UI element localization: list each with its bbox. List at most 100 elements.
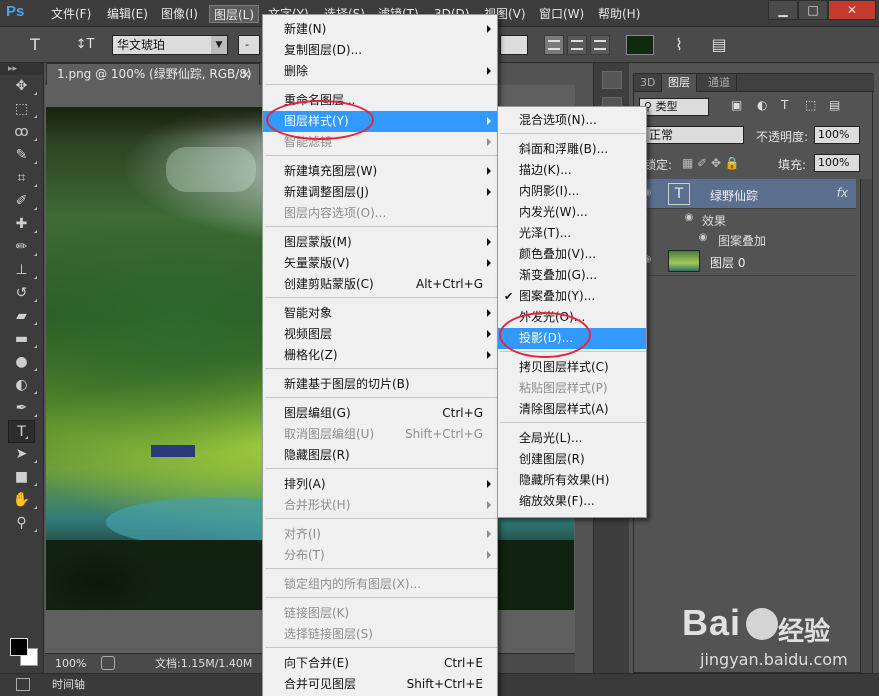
foreground-color-swatch[interactable] [10, 638, 28, 656]
layer-row-text[interactable]: ◉ T 绿野仙踪 fx [634, 179, 856, 209]
crop-tool[interactable]: ⌗ [0, 167, 43, 190]
layer-menu-item-1[interactable]: 复制图层(D)... [263, 40, 497, 61]
history-brush-tool[interactable]: ↺ [0, 282, 43, 305]
font-style-select[interactable]: - [238, 35, 260, 55]
stamp-tool[interactable]: ⊥ [0, 259, 43, 282]
toolbox-grip[interactable]: ▸▸ [0, 63, 43, 75]
dodge-tool[interactable]: ◐ [0, 374, 43, 397]
layer-menu-item-14[interactable]: 创建剪贴蒙版(C) Alt+Ctrl+G [263, 274, 497, 295]
timeline-label[interactable]: 时间轴 [52, 674, 85, 696]
menu-image[interactable]: 图像(I) [157, 5, 202, 23]
text-color-swatch[interactable] [626, 35, 654, 55]
font-family-select[interactable]: 华文琥珀 ▼ [112, 35, 228, 55]
layer-name[interactable]: 图层 0 [710, 254, 745, 271]
align-center-button[interactable] [567, 35, 587, 55]
layer-menu-item-20[interactable]: 新建基于图层的切片(B) [263, 374, 497, 395]
blur-tool[interactable]: ● [0, 351, 43, 374]
layer-menu-item-37[interactable]: 向下合并(E) Ctrl+E [263, 653, 497, 674]
lasso-tool[interactable]: ꝏ [0, 121, 43, 144]
layer-menu-item-32[interactable]: 锁定组内的所有图层(X)... [263, 574, 497, 595]
layer-name[interactable]: 绿野仙踪 [710, 187, 758, 204]
style-menu-item-7[interactable]: 颜色叠加(V)... [498, 244, 646, 265]
tab-layers[interactable]: 图层 [662, 74, 697, 92]
style-menu-item-18[interactable]: 创建图层(R) [498, 449, 646, 470]
layer-menu-item-13[interactable]: 矢量蒙版(V) [263, 253, 497, 274]
style-menu-item-0[interactable]: 混合选项(N)... [498, 110, 646, 131]
layer-menu-item-4[interactable]: 重命名图层... [263, 90, 497, 111]
fx-icon[interactable]: fx [837, 186, 848, 200]
layer-menu-item-30[interactable]: 分布(T) [263, 545, 497, 566]
close-tab-icon[interactable]: × [241, 64, 251, 85]
layer-menu-item-0[interactable]: 新建(N) [263, 19, 497, 40]
quick-select-tool[interactable]: ✎ [0, 144, 43, 167]
lock-icons[interactable]: ▦ ✐ ✥ 🔒 [682, 156, 740, 170]
close-button[interactable]: ✕ [828, 0, 876, 20]
opacity-input[interactable]: 100% [814, 126, 860, 144]
effects-row[interactable]: ◉ 效果 [634, 210, 856, 230]
style-menu-item-20[interactable]: 缩放效果(F)... [498, 491, 646, 512]
style-menu-item-13[interactable]: 拷贝图层样式(C) [498, 357, 646, 378]
align-right-button[interactable] [590, 35, 610, 55]
move-tool[interactable]: ✥ [0, 75, 43, 98]
fill-input[interactable]: 100% [814, 154, 860, 172]
style-menu-item-10[interactable]: 外发光(O)... [498, 307, 646, 328]
layer-menu-item-2[interactable]: 删除 [263, 61, 497, 82]
layer-menu-item-29[interactable]: 对齐(I) [263, 524, 497, 545]
style-menu-item-2[interactable]: 斜面和浮雕(B)... [498, 139, 646, 160]
layer-menu-item-18[interactable]: 栅格化(Z) [263, 345, 497, 366]
eraser-tool[interactable]: ▰ [0, 305, 43, 328]
filter-adjust-icon[interactable]: ◐ [757, 98, 767, 112]
warp-text-icon[interactable]: ⌇ [668, 35, 690, 55]
tab-3d[interactable]: 3D [634, 74, 663, 92]
layer-menu-item-38[interactable]: 合并可见图层 Shift+Ctrl+E [263, 674, 497, 695]
layer-menu-item-6[interactable]: 智能滤镜 [263, 132, 497, 153]
style-menu-item-4[interactable]: 内阴影(I)... [498, 181, 646, 202]
zoom-tool[interactable]: ⚲ [0, 512, 43, 535]
eyedropper-tool[interactable]: ✐ [0, 190, 43, 213]
filter-image-icon[interactable]: ▣ [731, 98, 742, 112]
history-panel-icon[interactable] [601, 71, 622, 89]
type-tool[interactable]: T [8, 420, 35, 443]
layer-kind-select[interactable]: ⚲ 类型 [639, 98, 709, 116]
layer-menu-item-17[interactable]: 视频图层 [263, 324, 497, 345]
style-menu-item-17[interactable]: 全局光(L)... [498, 428, 646, 449]
shape-tool[interactable]: ■ [0, 466, 43, 489]
layer-menu-item-26[interactable]: 排列(A) [263, 474, 497, 495]
type-tool-preset-icon[interactable]: T [24, 35, 46, 55]
tab-channels[interactable]: 通道 [702, 74, 737, 92]
style-menu-item-3[interactable]: 描边(K)... [498, 160, 646, 181]
style-menu-item-9[interactable]: ✔ 图案叠加(Y)... [498, 286, 646, 307]
gradient-tool[interactable]: ▬ [0, 328, 43, 351]
layer-menu-item-22[interactable]: 图层编组(G) Ctrl+G [263, 403, 497, 424]
effects-eye-icon[interactable]: ◉ [682, 212, 696, 223]
character-panel-icon[interactable]: ▤ [708, 35, 730, 55]
document-tab[interactable]: 1.png @ 100% (绿野仙踪, RGB/8) * × [46, 63, 260, 102]
pattern-overlay-eye-icon[interactable]: ◉ [696, 232, 710, 243]
layer-menu-item-16[interactable]: 智能对象 [263, 303, 497, 324]
layer-row-image[interactable]: ◉ 图层 0 [634, 246, 856, 276]
style-menu-item-14[interactable]: 粘贴图层样式(P) [498, 378, 646, 399]
style-menu-item-19[interactable]: 隐藏所有效果(H) [498, 470, 646, 491]
minimize-button[interactable]: ▁ [768, 0, 798, 20]
menu-file[interactable]: 文件(F) [47, 5, 95, 23]
filter-shape-icon[interactable]: ⬚ [805, 98, 816, 112]
layer-menu-item-24[interactable]: 隐藏图层(R) [263, 445, 497, 466]
filter-smart-icon[interactable]: ▤ [829, 98, 840, 112]
layer-menu-item-8[interactable]: 新建填充图层(W) [263, 161, 497, 182]
brush-tool[interactable]: ✏ [0, 236, 43, 259]
hand-tool[interactable]: ✋ [0, 489, 43, 512]
pen-tool[interactable]: ✒ [0, 397, 43, 420]
layer-menu-item-27[interactable]: 合并形状(H) [263, 495, 497, 516]
blend-mode-select[interactable]: 正常 [644, 126, 744, 144]
layer-menu-item-34[interactable]: 链接图层(K) [263, 603, 497, 624]
layer-menu-item-5[interactable]: 图层样式(Y) [263, 111, 497, 132]
style-menu-item-5[interactable]: 内发光(W)... [498, 202, 646, 223]
timeline-icon[interactable] [16, 678, 30, 691]
anti-alias-select[interactable] [500, 35, 528, 55]
style-menu-item-8[interactable]: 渐变叠加(G)... [498, 265, 646, 286]
layer-menu-item-35[interactable]: 选择链接图层(S) [263, 624, 497, 645]
filter-type-icon[interactable]: T [781, 98, 788, 112]
marquee-tool[interactable]: ⬚ [0, 98, 43, 121]
path-select-tool[interactable]: ➤ [0, 443, 43, 466]
layer-menu-item-10[interactable]: 图层内容选项(O)... [263, 203, 497, 224]
